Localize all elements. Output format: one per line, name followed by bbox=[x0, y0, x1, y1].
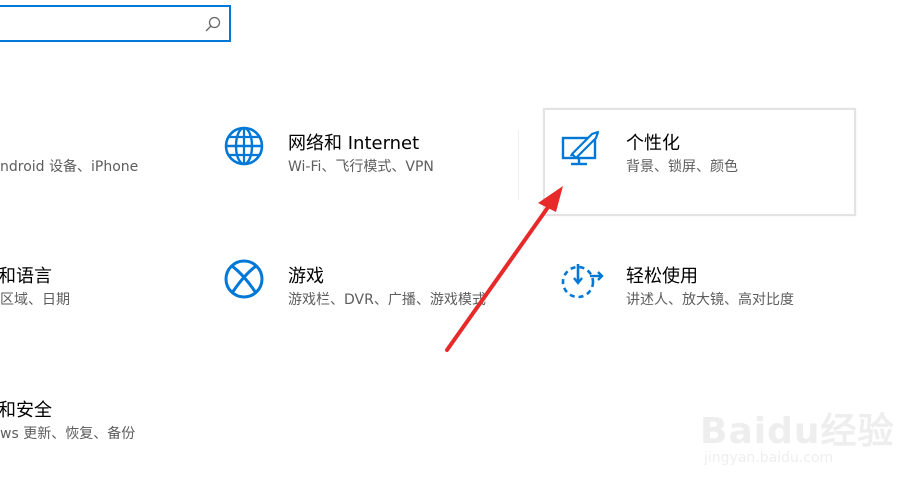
paintbrush-monitor-icon bbox=[560, 128, 604, 172]
watermark-brand: Baidu经验 bbox=[700, 411, 895, 452]
tile-time-language-title: 和语言 bbox=[0, 266, 52, 287]
tile-ease-title: 轻松使用 bbox=[626, 266, 698, 287]
tile-update-subtitle: ws 更新、恢复、备份 bbox=[0, 426, 136, 442]
tile-update-title: 和安全 bbox=[0, 400, 52, 421]
search-icon[interactable] bbox=[205, 16, 221, 32]
watermark-url: jingyan.baidu.com bbox=[704, 450, 834, 466]
tile-personalization-subtitle: 背景、锁屏、颜色 bbox=[626, 159, 738, 175]
tile-network-title: 网络和 Internet bbox=[288, 133, 420, 154]
tile-devices-subtitle: ndroid 设备、iPhone bbox=[0, 159, 139, 175]
baidu-watermark: Baidu经验 jingyan.baidu.com bbox=[700, 392, 893, 472]
tile-network-subtitle: Wi-Fi、飞行模式、VPN bbox=[288, 159, 434, 175]
tile-gaming-subtitle: 游戏栏、DVR、广播、游戏模式 bbox=[288, 292, 486, 308]
globe-icon bbox=[222, 124, 266, 168]
search-box[interactable] bbox=[0, 5, 231, 42]
tile-time-language-subtitle: 区域、日期 bbox=[0, 292, 70, 308]
tile-personalization-title: 个性化 bbox=[626, 133, 680, 154]
tile-gaming-title: 游戏 bbox=[288, 266, 324, 287]
ease-of-access-timer-icon bbox=[560, 258, 604, 302]
xbox-icon bbox=[222, 257, 266, 301]
tile-ease-subtitle: 讲述人、放大镜、高对比度 bbox=[626, 292, 794, 308]
divider bbox=[518, 130, 519, 200]
